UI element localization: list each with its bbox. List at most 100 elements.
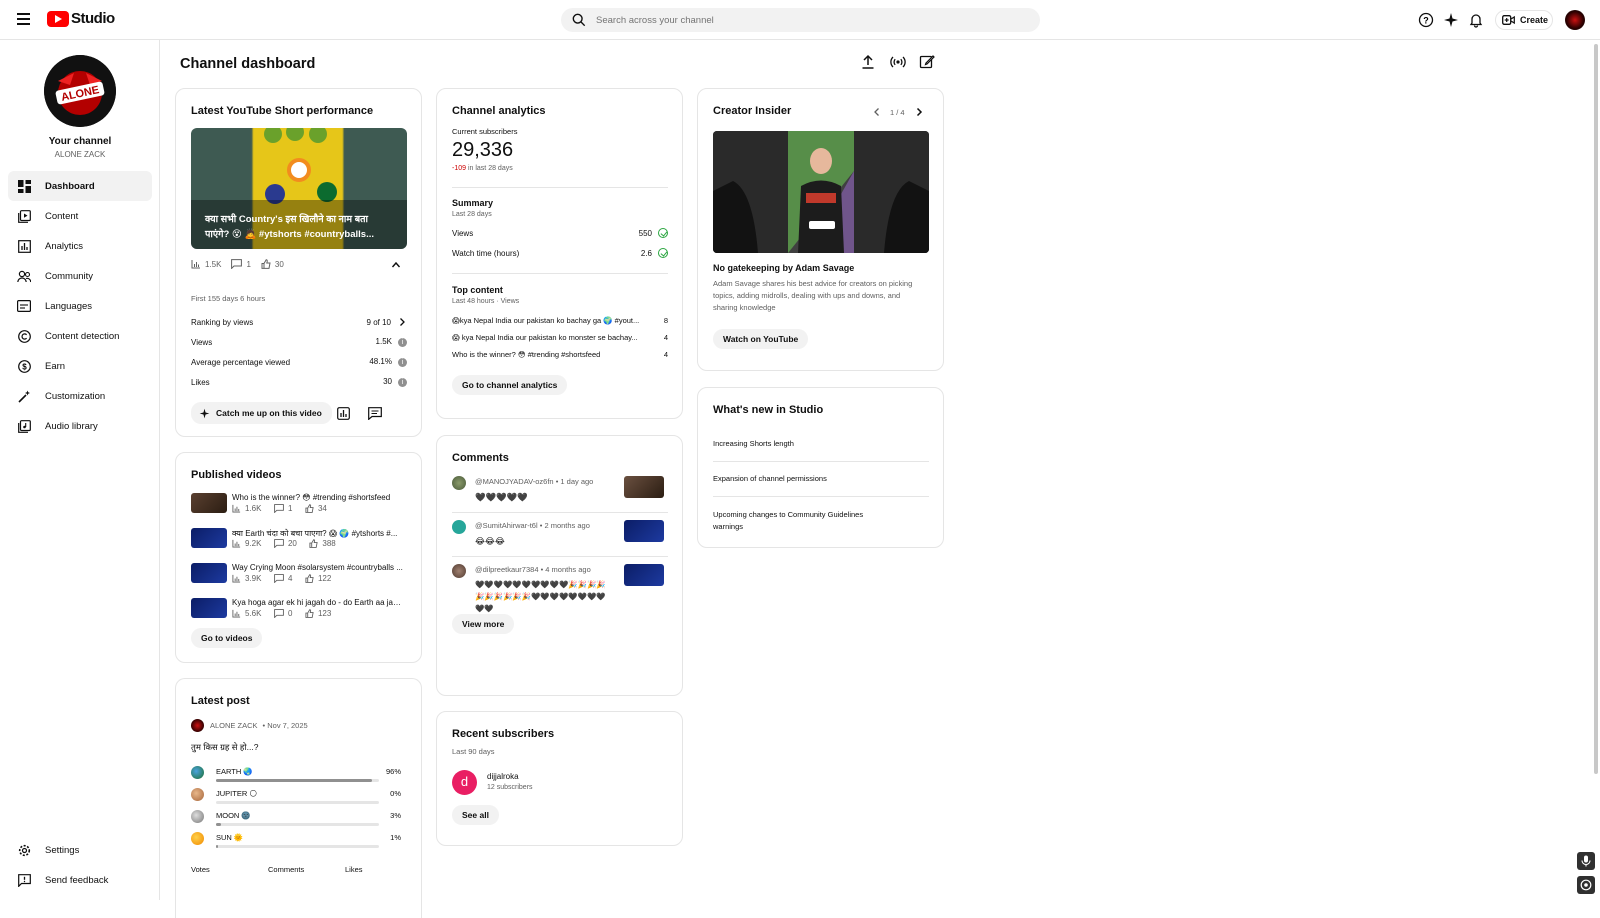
- poll-option-percent: 3%: [390, 811, 401, 820]
- comments-stat: 4: [274, 574, 292, 583]
- catch-me-up-button[interactable]: Catch me up on this video: [191, 402, 332, 424]
- watch-on-youtube-button[interactable]: Watch on YouTube: [713, 329, 809, 349]
- search-input[interactable]: [596, 14, 996, 26]
- poll-option-fill: [216, 823, 221, 826]
- sidebar-item-analytics[interactable]: Analytics: [8, 231, 152, 261]
- insider-video-thumbnail[interactable]: [713, 131, 929, 253]
- metric-row[interactable]: Ranking by views 9 of 10: [191, 317, 407, 327]
- channel-avatar[interactable]: ALONE: [44, 55, 116, 127]
- search-bar[interactable]: [561, 8, 1040, 32]
- comment-text: 🖤🖤🖤🖤🖤🖤🖤🖤🖤🖤🎉🎉🎉🎉🎉🎉🎉🎉🎉🎉🖤🖤🖤🖤🖤🖤🖤🖤🖤🖤: [475, 580, 606, 613]
- top-content-row[interactable]: 😱kya Nepal India our pakistan ko bachay …: [452, 316, 668, 325]
- info-icon[interactable]: i: [398, 378, 407, 387]
- sidebar-item-label: Send feedback: [45, 874, 109, 886]
- subscribers-change-suffix: in last 28 days: [467, 165, 513, 172]
- comment-item[interactable]: @MANOJYADAV-oz6fn • 1 day ago 🖤🖤🖤🖤🖤: [452, 476, 667, 512]
- account-avatar[interactable]: [1565, 10, 1585, 30]
- video-title: Way Crying Moon #solarsystem #countrybal…: [232, 563, 403, 572]
- sidebar-item-settings[interactable]: Settings: [8, 835, 152, 865]
- sidebar-item-send-feedback[interactable]: Send feedback: [8, 865, 152, 895]
- comments-stat: 1: [274, 504, 292, 513]
- views-value: 9.2K: [245, 539, 262, 548]
- info-icon[interactable]: i: [398, 338, 407, 347]
- sidebar-item-customization[interactable]: Customization: [8, 381, 152, 411]
- help-icon[interactable]: ?: [1418, 12, 1434, 28]
- divider: [452, 556, 668, 557]
- go-live-icon[interactable]: [890, 54, 906, 70]
- likes-value: 30: [274, 259, 284, 269]
- upload-icon[interactable]: [860, 54, 876, 70]
- short-thumbnail[interactable]: क्या सभी Country's इस खिलौने का नाम बता …: [191, 128, 407, 249]
- whats-new-item[interactable]: Increasing Shorts length: [713, 439, 794, 448]
- sidebar-item-content[interactable]: Content: [8, 201, 152, 231]
- check-icon: [658, 228, 668, 238]
- list-item[interactable]: Who is the winner? 😳 #trending #shortsfe…: [191, 493, 401, 519]
- create-post-icon[interactable]: [919, 54, 935, 70]
- go-to-channel-analytics-button[interactable]: Go to channel analytics: [452, 375, 568, 395]
- create-button[interactable]: Create: [1495, 10, 1553, 30]
- metric-row: Average percentage viewed 48.1% i: [191, 357, 407, 367]
- info-icon[interactable]: i: [398, 358, 407, 367]
- view-more-button[interactable]: View more: [452, 614, 515, 634]
- comment-item[interactable]: @SumitAhirwar-t6l • 2 months ago 😂😂😂: [452, 520, 667, 556]
- audio-library-icon: [17, 419, 31, 433]
- whats-new-item[interactable]: Upcoming changes to Community Guidelines…: [713, 509, 893, 533]
- collapse-chevron-icon[interactable]: [391, 261, 401, 269]
- sidebar-nav: Dashboard Content Analytics Community La…: [8, 171, 152, 441]
- top-content-row[interactable]: 😱 kya Nepal India our pakistan ko monste…: [452, 333, 668, 342]
- svg-text:$: $: [22, 362, 27, 371]
- analytics-shortcut-button[interactable]: [334, 404, 352, 422]
- sidebar-item-content-detection[interactable]: Content detection: [8, 321, 152, 351]
- list-item[interactable]: Kya hoga agar ek hi jagah do - do Earth …: [191, 598, 404, 624]
- chevron-left-icon[interactable]: [872, 107, 882, 117]
- whats-new-item[interactable]: Expansion of channel permissions: [713, 474, 827, 483]
- post-date: • Nov 7, 2025: [262, 721, 308, 730]
- go-to-videos-button[interactable]: Go to videos: [191, 628, 263, 648]
- metric-value: 48.1%: [369, 357, 392, 366]
- comment-time: • 1 day ago: [555, 477, 594, 486]
- short-stats: 1.5K 1 30: [191, 259, 294, 269]
- sidebar-item-earn[interactable]: $ Earn: [8, 351, 152, 381]
- subscriber-item[interactable]: d dijjalroka 12 subscribers: [452, 770, 668, 796]
- subscriber-count: 12 subscribers: [487, 784, 533, 791]
- views-icon: [232, 504, 241, 513]
- analytics-icon: [17, 239, 31, 253]
- sparkle-icon[interactable]: [1443, 12, 1459, 28]
- top-content-row[interactable]: Who is the winner? 😳 #trending #shortsfe…: [452, 350, 668, 359]
- main-content: Channel dashboard Latest YouTube Short p…: [160, 40, 1600, 918]
- like-icon: [305, 504, 314, 513]
- comments-shortcut-button[interactable]: [366, 404, 384, 422]
- views-stat: 9.2K: [232, 539, 261, 548]
- create-label: Create: [1520, 15, 1549, 25]
- sidebar-item-community[interactable]: Community: [8, 261, 152, 291]
- list-item[interactable]: Way Crying Moon #solarsystem #countrybal…: [191, 563, 403, 589]
- comment-user: @dilpreetkaur7384: [475, 565, 539, 574]
- sidebar-item-languages[interactable]: Languages: [8, 291, 152, 321]
- sidebar-item-audio-library[interactable]: Audio library: [8, 411, 152, 441]
- top-content-title: Top content: [452, 285, 503, 295]
- sidebar-item-dashboard[interactable]: Dashboard: [8, 171, 152, 201]
- menu-icon[interactable]: [17, 13, 30, 25]
- list-item[interactable]: क्या Earth चंदा को बचा पाएगा? 😱 🌍 #ytsho…: [191, 528, 401, 554]
- scrollbar[interactable]: [1594, 44, 1598, 774]
- video-title: Who is the winner? 😳 #trending #shortsfe…: [232, 493, 391, 502]
- top-content-value: 4: [663, 333, 668, 342]
- assistant-button[interactable]: [1577, 876, 1595, 894]
- subscribers-period: Last 90 days: [452, 747, 495, 756]
- comment-item[interactable]: @dilpreetkaur7384 • 4 months ago 🖤🖤🖤🖤🖤🖤🖤…: [452, 564, 667, 613]
- see-all-button[interactable]: See all: [452, 805, 499, 825]
- search-icon[interactable]: [572, 13, 586, 27]
- comments-card: Comments @MANOJYADAV-oz6fn • 1 day ago 🖤…: [436, 435, 683, 696]
- divider: [713, 461, 929, 462]
- channel-label[interactable]: Your channel: [0, 136, 160, 147]
- summary-value: 2.6: [640, 248, 652, 258]
- studio-logo[interactable]: Studio: [47, 10, 115, 27]
- voice-search-button[interactable]: [1577, 852, 1595, 870]
- poll-option-percent: 1%: [390, 833, 401, 842]
- latest-short-card: Latest YouTube Short performance क्या सभ…: [175, 88, 422, 437]
- chevron-right-icon[interactable]: [914, 107, 924, 117]
- sidebar-item-label: Languages: [45, 300, 93, 312]
- video-thumbnail: [191, 528, 227, 548]
- notifications-icon[interactable]: [1468, 12, 1484, 28]
- card-title: What's new in Studio: [713, 404, 824, 416]
